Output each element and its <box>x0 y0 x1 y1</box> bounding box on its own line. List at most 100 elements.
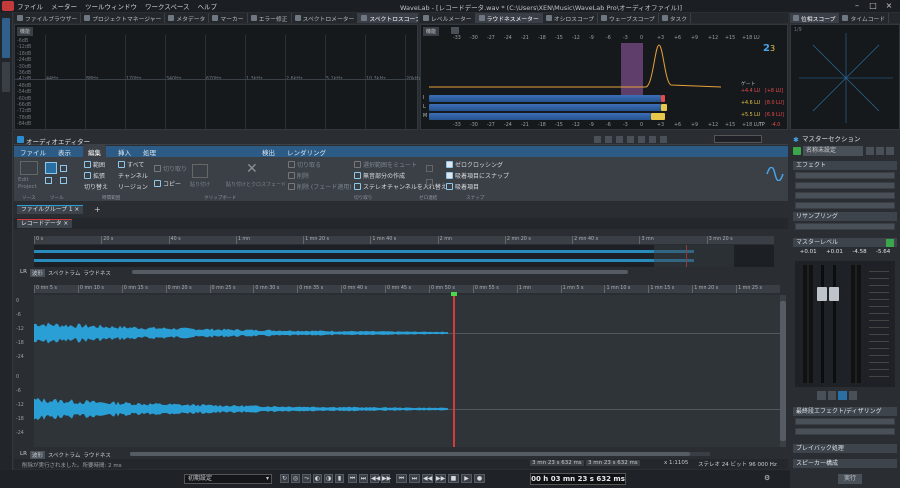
pre-icon[interactable]: ◐ <box>313 474 322 483</box>
resampling-header[interactable]: リサンプリング <box>793 212 897 221</box>
level-link-icon[interactable] <box>827 391 836 400</box>
edit-project-icon[interactable] <box>20 161 38 175</box>
overview-waveform[interactable] <box>34 245 774 267</box>
stop-icon[interactable]: ■ <box>448 474 459 483</box>
menu-file[interactable]: ファイル <box>17 1 43 11</box>
main-tab-loudness[interactable]: ラウドネス <box>83 451 111 459</box>
tab-errorfix[interactable]: エラー修正 <box>248 13 292 23</box>
main-waveform[interactable] <box>34 292 780 447</box>
btn-extend[interactable]: 拡張 <box>84 171 105 180</box>
btn-range[interactable]: 範囲 <box>84 160 105 169</box>
main-h-scrollbar[interactable] <box>130 452 710 456</box>
resampling-slot[interactable] <box>795 223 895 230</box>
add-filegroup-button[interactable]: + <box>94 205 101 214</box>
end-icon[interactable]: ⏭ <box>409 474 420 483</box>
overview-tab-loudness[interactable]: ラウドネス <box>83 269 111 277</box>
tab-filebrowser[interactable]: ファイルブラウザー <box>14 13 82 23</box>
fader-right-handle[interactable] <box>829 287 839 301</box>
effect-slot-4[interactable] <box>795 202 895 209</box>
loop-icon[interactable]: ↻ <box>280 474 289 483</box>
btn-region[interactable]: リージョン <box>118 182 148 191</box>
masterlevel-link-icon[interactable] <box>886 239 894 247</box>
tool-pencil-icon[interactable] <box>45 177 52 184</box>
file-tab[interactable]: レコードデータ × <box>17 219 73 228</box>
playback-header[interactable]: プレイバック処理 <box>793 444 897 453</box>
filegroup-tab[interactable]: ファイルグループ 1 × <box>17 205 84 214</box>
cursor-marker-icon[interactable] <box>451 292 457 296</box>
tab-levelmeter[interactable]: レベルメーター <box>420 13 476 23</box>
btn-toggle[interactable]: 切り替え <box>84 182 108 191</box>
btn-insert-silence[interactable]: 無音部分の作成 <box>354 171 405 180</box>
ribbon-tab-view[interactable]: 表示 <box>58 147 71 157</box>
mark-icon[interactable]: ▮ <box>335 474 344 483</box>
btn-copy[interactable]: コピー <box>154 179 181 188</box>
toolbar-dropdown[interactable] <box>714 135 762 143</box>
master-preset-button[interactable]: 名称未設定 <box>803 146 863 156</box>
tab-metadata[interactable]: メタデータ <box>165 13 210 23</box>
sidebar-tab-active[interactable] <box>2 18 10 58</box>
tab-task[interactable]: タスク <box>659 13 692 23</box>
status-zoom[interactable]: x 1:1105 <box>664 460 688 466</box>
close-button[interactable]: × <box>882 1 896 11</box>
maximize-button[interactable]: □ <box>866 1 880 11</box>
ribbon-tab-render[interactable]: レンダリング <box>287 147 326 157</box>
overview-ruler[interactable]: 0 s 20 s 40 s 1 mn 1 mn 20 s 1 mn 40 s 2 mn 2 m… <box>34 236 774 244</box>
rewind-icon[interactable]: ◀◀ <box>370 474 380 483</box>
toolbar-forward-icon[interactable] <box>660 136 667 143</box>
minimize-button[interactable]: – <box>850 1 864 11</box>
menu-workspace[interactable]: ワークスペース <box>145 1 190 11</box>
ribbon-tab-detect[interactable]: 検出 <box>262 147 275 157</box>
start-icon[interactable]: ⏮ <box>396 474 407 483</box>
ribbon-tab-process[interactable]: 処理 <box>143 147 156 157</box>
effects-header[interactable]: エフェクト <box>793 161 897 170</box>
btn-delete[interactable]: 削除 <box>288 171 309 180</box>
speaker-header[interactable]: スピーカー構成 <box>793 459 897 468</box>
btn-delete-fade[interactable]: 削除 (フェード適用) <box>288 182 352 191</box>
status-cursor-time[interactable]: 3 mn 23 s 632 ms <box>530 460 584 466</box>
overview-scrollbar[interactable] <box>132 270 628 274</box>
toolbar-redo-icon[interactable] <box>638 136 645 143</box>
tab-spectroscope[interactable]: スペクトロスコープ <box>358 13 418 23</box>
overview-tab-wave[interactable]: 波形 <box>29 269 45 277</box>
effect-slot-1[interactable] <box>795 172 895 179</box>
overview-tab-spectrum[interactable]: スペクトラム <box>48 269 80 277</box>
tab-loudnessmeter[interactable]: ラウドネスメーター <box>475 13 543 23</box>
status-selection-time[interactable]: 3 mn 23 s 632 ms <box>586 460 640 466</box>
preset-arrow-icon[interactable] <box>886 147 894 155</box>
main-ruler[interactable]: 0 mn 5 s 0 mn 10 s 0 mn 15 s 0 mn 20 s 0 mn … <box>34 285 780 293</box>
toolbar-open-icon[interactable] <box>605 136 612 143</box>
preset-save-icon[interactable] <box>876 147 884 155</box>
chk-zerocross[interactable]: ゼロクロッシング <box>446 160 503 169</box>
btn-paste[interactable]: 貼り付け <box>190 181 210 188</box>
tab-wavescope[interactable]: ウェーブスコープ <box>598 13 659 23</box>
zero-link-icon[interactable] <box>426 165 433 172</box>
edit-project-button[interactable]: Edit Project <box>18 177 40 191</box>
toolbar-back-icon[interactable] <box>649 136 656 143</box>
rew-icon[interactable]: ◀◀ <box>422 474 433 483</box>
level-dither-icon[interactable] <box>838 391 847 400</box>
play-icon[interactable]: ▶ <box>461 474 472 483</box>
tab-projectmanager[interactable]: プロジェクトマネージャー <box>81 13 166 23</box>
btn-snap-items[interactable]: 吸着項目 <box>446 182 479 191</box>
tab-oscilloscope[interactable]: オシロスコープ <box>543 13 599 23</box>
main-tab-lr[interactable]: LR <box>20 451 27 459</box>
zero-link-2-icon[interactable] <box>426 179 433 186</box>
render-button[interactable]: 実行 <box>838 474 862 484</box>
punch-icon[interactable]: ◎ <box>291 474 300 483</box>
vertical-scrollbar[interactable] <box>780 295 786 447</box>
tab-spectrometer[interactable]: スペクトロメーター <box>292 13 359 23</box>
tab-timecode[interactable]: タイムコード <box>839 13 890 23</box>
preset-dropdown[interactable]: 初期設定 ▾ <box>184 474 272 484</box>
playback-cursor[interactable] <box>453 295 455 447</box>
prev-marker-icon[interactable]: ⏮ <box>348 474 357 483</box>
chk-snap[interactable]: 吸着項目にスナップ <box>446 171 509 180</box>
preset-menu-icon[interactable] <box>866 147 874 155</box>
btn-trim[interactable]: 切り取る <box>288 160 321 169</box>
btn-paste-crossfade[interactable]: 貼り付けとクロスフェード <box>226 181 286 188</box>
status-format[interactable]: ステレオ 24 ビット 96 000 Hz <box>698 460 777 468</box>
transport-settings-icon[interactable]: ⚙ <box>764 474 774 484</box>
toolbar-new-icon[interactable] <box>594 136 601 143</box>
final-slot-1[interactable] <box>795 418 895 425</box>
main-tab-wave[interactable]: 波形 <box>29 451 45 459</box>
fwd-icon[interactable]: ▶▶ <box>435 474 446 483</box>
